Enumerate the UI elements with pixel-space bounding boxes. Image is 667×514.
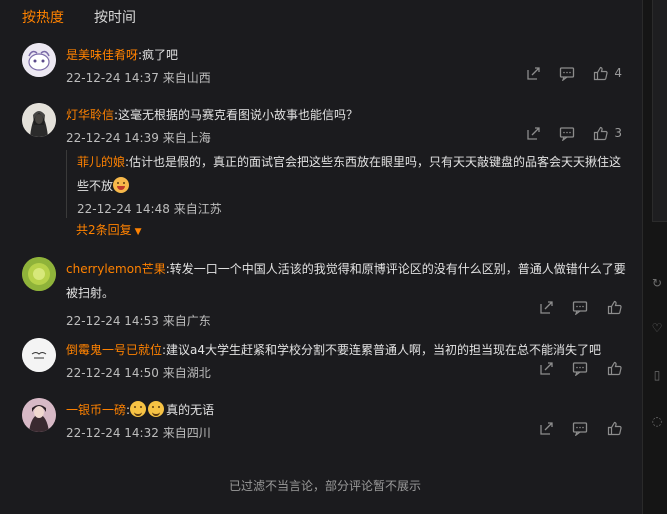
avatar[interactable] — [22, 398, 56, 432]
cartoon-avatar-icon — [22, 43, 56, 77]
username-link[interactable]: cherrylemon芒果 — [66, 262, 166, 276]
filtered-notice: 已过滤不当言论，部分评论暂不展示 — [228, 479, 421, 493]
avatar[interactable] — [22, 43, 56, 77]
comment-body: 真的无语 — [166, 403, 215, 417]
username-link[interactable]: 一银币一磅 — [66, 403, 126, 417]
reply-body: :估计也是假的，真正的面试官会把这些东西放在眼里吗，只有天天敲键盘的品客会天天揪… — [125, 155, 622, 169]
comment-panel: 按热度 按时间 是美味佳肴呀:疯了吧 22-12-24 14:37 来自山西 4… — [0, 0, 643, 514]
tab-sort-time[interactable]: 按时间 — [94, 8, 136, 28]
share-icon[interactable] — [538, 360, 554, 376]
comment-body: :疯了吧 — [138, 48, 179, 62]
avatar[interactable] — [22, 257, 56, 291]
laughing-emoji-icon — [113, 177, 130, 193]
portrait-avatar-icon — [22, 398, 56, 432]
comment-date: 22-12-24 14:50 — [66, 366, 159, 380]
reply-icon[interactable] — [572, 420, 588, 436]
comment-body: :建议a4大学生赶紧和学校分割不要连累普通人啊，当初的担当现在总不能消失了吧 — [162, 343, 602, 357]
refresh-icon[interactable]: ↻ — [650, 276, 664, 290]
reply-meta: 22-12-24 14:48 来自江苏 — [77, 200, 632, 218]
comment-actions — [538, 360, 622, 376]
comment-body: :转发一口一个中国人活该的我觉得和原博评论区的没有什么区别，普通人做错什么了要 — [165, 262, 626, 276]
share-icon[interactable] — [538, 420, 554, 436]
comment-text: cherrylemon芒果:转发一口一个中国人活该的我觉得和原博评论区的没有什么… — [66, 257, 632, 281]
thumbs-up-icon — [594, 126, 608, 140]
comment-actions: 4 — [525, 65, 622, 81]
comment-text: 倒霉鬼一号已就位:建议a4大学生赶紧和学校分割不要连累普通人啊，当初的担当现在总… — [66, 338, 632, 362]
reply-icon[interactable] — [559, 65, 575, 81]
comment-date: 22-12-24 14:53 — [66, 314, 159, 328]
like-count: 4 — [614, 66, 622, 80]
reply-date: 22-12-24 14:48 — [77, 202, 170, 216]
thumbs-up-icon[interactable] — [606, 299, 622, 315]
tab-sort-hot[interactable]: 按热度 — [22, 8, 64, 28]
comment-icon[interactable]: ◌ — [650, 414, 664, 428]
comment-location: 来自湖北 — [162, 366, 211, 380]
comment-date: 22-12-24 14:32 — [66, 426, 159, 440]
portrait-avatar-icon — [22, 103, 56, 137]
calligraphy-avatar-icon — [22, 338, 56, 372]
like-count: 3 — [614, 126, 622, 140]
reply-icon[interactable] — [559, 125, 575, 141]
reply-icon[interactable] — [572, 299, 588, 315]
comment-actions — [538, 299, 622, 315]
comment-date: 22-12-24 14:39 — [66, 131, 159, 145]
share-icon[interactable] — [525, 125, 541, 141]
thumbs-up-icon[interactable] — [606, 420, 622, 436]
sort-tabs: 按热度 按时间 — [22, 8, 136, 28]
like-button[interactable]: 3 — [593, 126, 622, 141]
username-link[interactable]: 灯华聆信 — [66, 108, 114, 122]
username-link[interactable]: 是美味佳肴呀 — [66, 48, 138, 62]
reply-item: 菲儿的娘:估计也是假的，真正的面试官会把这些东西放在眼里吗，只有天天敲键盘的品客… — [66, 150, 632, 218]
comment-location: 来自上海 — [162, 131, 211, 145]
comment-text: 一银币一磅: 真的无语 — [66, 401, 215, 417]
reply-location: 来自江苏 — [173, 202, 222, 216]
more-replies-link[interactable]: 共2条回复 ▼ — [76, 221, 142, 241]
right-sidebar-panel — [652, 0, 667, 222]
avatar[interactable] — [22, 338, 56, 372]
comment-body-continued: 被扫射。 — [66, 286, 115, 300]
comment-actions — [538, 420, 622, 436]
reply-text: 菲儿的娘:估计也是假的，真正的面试官会把这些东西放在眼里吗，只有天天敲键盘的品客… — [77, 150, 632, 174]
grinning-emoji-icon — [148, 401, 165, 417]
share-icon[interactable] — [525, 65, 541, 81]
comment-text: 是美味佳肴呀:疯了吧 — [66, 43, 632, 67]
comment-body: :这毫无根据的马赛克看图说小故事也能信吗？ — [114, 108, 359, 122]
grinning-emoji-icon — [130, 401, 147, 417]
thumbs-up-icon[interactable] — [606, 360, 622, 376]
avatar[interactable] — [22, 103, 56, 137]
comment-location: 来自广东 — [162, 314, 211, 328]
username-link[interactable]: 倒霉鬼一号已就位 — [66, 343, 162, 357]
thumbs-up-icon — [594, 66, 608, 80]
comment-date: 22-12-24 14:37 — [66, 71, 159, 85]
lemon-avatar-icon — [22, 257, 56, 291]
comment-location: 来自四川 — [162, 426, 211, 440]
comment-actions: 3 — [525, 125, 622, 141]
reply-text-continued: 些不放 — [77, 174, 632, 198]
username-link[interactable]: 菲儿的娘 — [77, 155, 125, 169]
reply-body-continued: 些不放 — [77, 179, 114, 193]
heart-icon[interactable]: ♡ — [650, 321, 664, 335]
comment-location: 来自山西 — [162, 71, 211, 85]
comment-text: 灯华聆信:这毫无根据的马赛克看图说小故事也能信吗？ — [66, 103, 632, 127]
reply-icon[interactable] — [572, 360, 588, 376]
share-icon[interactable] — [538, 299, 554, 315]
caret-down-icon: ▼ — [134, 227, 142, 237]
bookmark-icon[interactable]: ▯ — [650, 368, 664, 382]
like-button[interactable]: 4 — [593, 66, 622, 81]
more-replies-label: 共2条回复 — [76, 223, 132, 237]
